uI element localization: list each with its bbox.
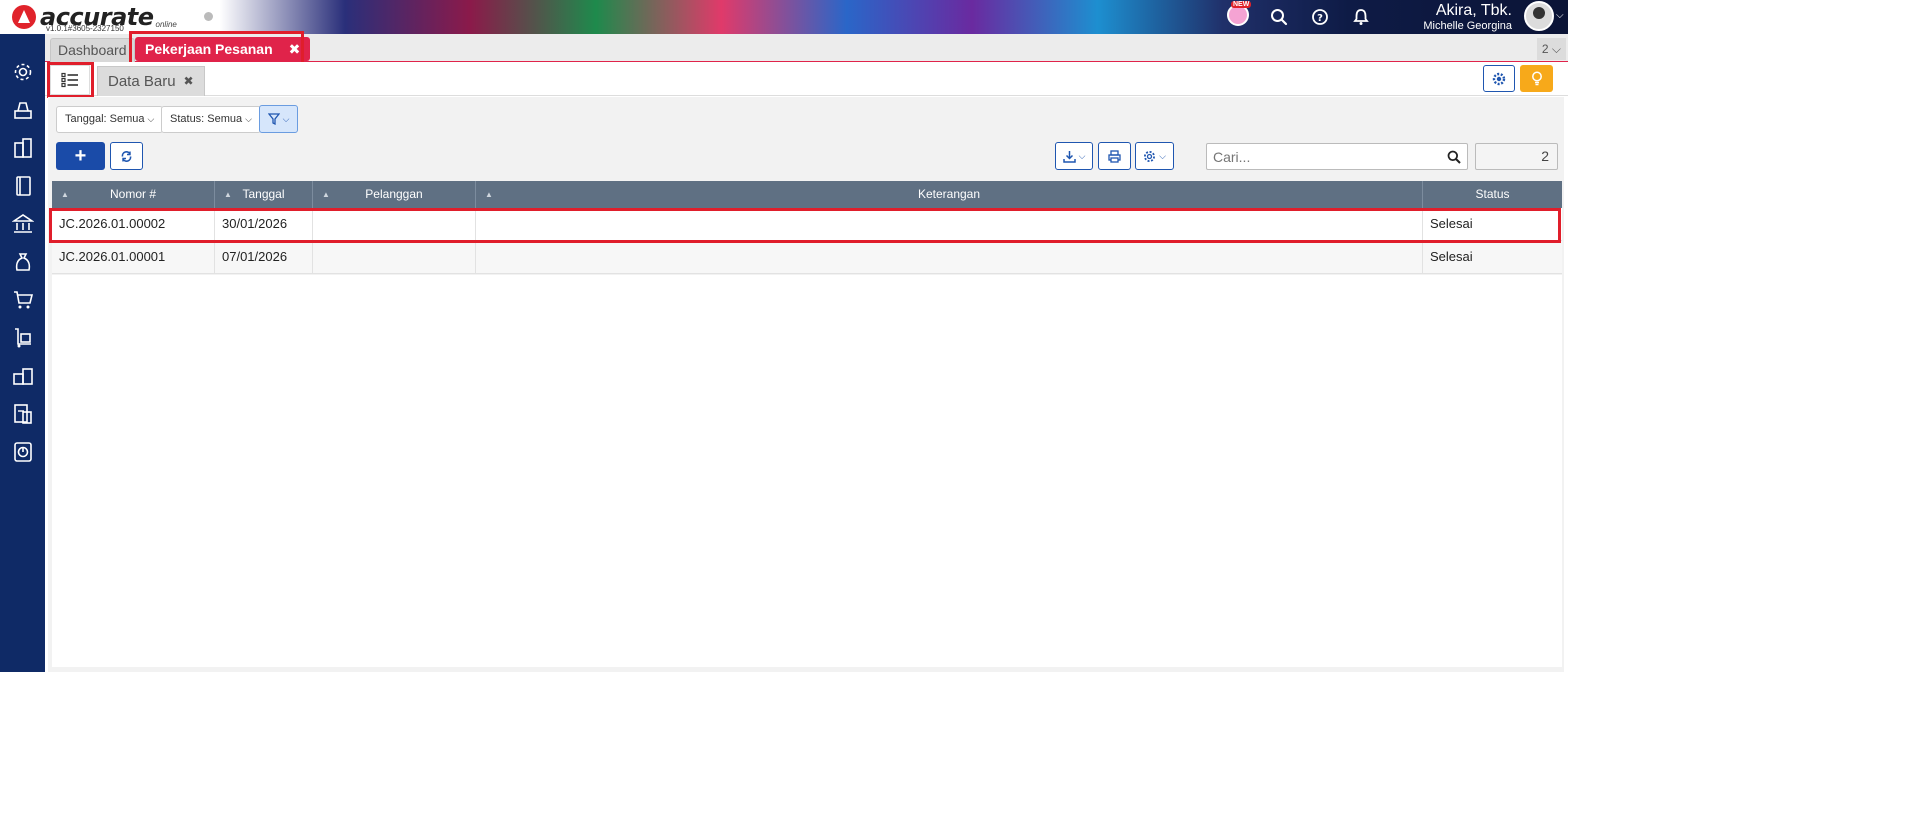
cashier-icon[interactable]	[11, 98, 35, 122]
cell-nomor: JC.2026.01.00001	[52, 241, 215, 274]
filter-status-dropdown[interactable]: Status: Semua ⌵	[161, 106, 261, 133]
table-settings-button[interactable]: ⌵	[1135, 142, 1174, 170]
shopping-cart-icon[interactable]	[11, 288, 35, 312]
column-header-status[interactable]: Status	[1423, 181, 1562, 208]
add-button[interactable]: +	[56, 142, 105, 170]
search-icon	[1447, 150, 1461, 164]
chevron-down-icon: ⌵	[1159, 150, 1166, 161]
cloud-label: online	[155, 19, 177, 29]
download-icon	[1062, 150, 1076, 163]
sub-tab-bar: Data Baru ✖	[45, 62, 1568, 96]
export-download-button[interactable]: ⌵	[1055, 142, 1093, 170]
search-icon[interactable]	[1268, 6, 1290, 28]
whats-new-icon[interactable]: NEW	[1227, 1, 1252, 26]
record-count: 2	[1475, 143, 1558, 170]
column-header-nomor[interactable]: ▲ Nomor #	[52, 181, 215, 208]
chevron-down-icon: ⌵	[1078, 150, 1086, 161]
money-bag-icon[interactable]	[11, 250, 35, 274]
company-name: Akira, Tbk.	[1435, 2, 1512, 19]
main-panel: Tanggal: Semua⌵ Status: Semua⌵ ⌵ + ⌵ ⌵ 2…	[48, 97, 1564, 672]
table-header: ▲ Nomor # ▲ Tanggal ▲ Pelanggan ▲ Keterangan…	[52, 181, 1562, 208]
funnel-icon	[267, 113, 280, 125]
open-tabs-dropdown[interactable]: 2 ⌵	[1536, 38, 1566, 60]
hand-truck-icon[interactable]	[11, 326, 35, 350]
chevron-down-icon: ⌵	[245, 114, 252, 124]
sort-icon: ▲	[61, 190, 69, 199]
cell-pelanggan	[313, 241, 476, 274]
cell-tanggal: 07/01/2026	[215, 241, 313, 274]
sort-icon: ▲	[322, 190, 330, 199]
tab-data-baru[interactable]: Data Baru ✖	[97, 66, 205, 96]
lightbulb-icon	[1531, 71, 1542, 86]
filter-tanggal-label: Tanggal: Semua	[65, 113, 145, 125]
avatar[interactable]	[1524, 1, 1554, 31]
sidebar-nav	[0, 34, 45, 672]
refresh-button[interactable]	[110, 142, 143, 170]
sort-icon: ▲	[224, 190, 232, 199]
table-body-area	[52, 275, 1562, 667]
new-badge: NEW	[1231, 1, 1252, 8]
column-header-tanggal[interactable]: ▲ Tanggal	[215, 181, 313, 208]
column-header-pelanggan[interactable]: ▲ Pelanggan	[313, 181, 476, 208]
refresh-icon	[121, 150, 132, 162]
settings-button[interactable]	[1483, 65, 1515, 92]
tab-data-baru-label: Data Baru	[108, 73, 176, 90]
filter-status-label: Status: Semua	[170, 113, 243, 125]
printer-icon	[1108, 149, 1121, 163]
user-info[interactable]: Akira, Tbk. Michelle Georgina	[1423, 2, 1512, 32]
ledger-book-icon[interactable]	[11, 174, 35, 198]
top-header: accurate online v1.0.1#3605-2327150 NEW …	[0, 0, 1568, 34]
table-row[interactable]: JC.2026.01.00001 07/01/2026 Selesai	[52, 241, 1562, 274]
bank-icon[interactable]	[11, 212, 35, 236]
highlight-box	[49, 208, 1561, 243]
svg-text:?: ?	[1317, 13, 1323, 24]
open-tabs-count: 2	[1541, 42, 1549, 56]
help-icon[interactable]: ?	[1309, 6, 1331, 28]
settings-gear-icon[interactable]	[11, 60, 35, 84]
report-chart-icon[interactable]	[11, 440, 35, 464]
gear-icon	[1144, 150, 1156, 162]
cell-keterangan	[476, 241, 1423, 274]
chevron-down-icon: ⌵	[282, 113, 290, 124]
building-icon[interactable]	[11, 136, 35, 160]
chevron-down-icon: ⌵	[147, 114, 155, 124]
cell-status: Selesai	[1430, 249, 1473, 264]
column-header-keterangan[interactable]: ▲ Keterangan	[476, 181, 1423, 208]
inventory-icon[interactable]	[11, 364, 35, 388]
user-menu-chevron-icon[interactable]: ⌵	[1556, 10, 1564, 21]
sort-icon: ▲	[485, 190, 493, 199]
search-field[interactable]	[1206, 143, 1468, 170]
close-tab-icon[interactable]: ✖	[184, 67, 194, 96]
status-dot	[204, 12, 213, 21]
advanced-filter-button[interactable]: ⌵	[259, 105, 298, 133]
notification-bell-icon[interactable]	[1350, 6, 1372, 28]
gear-icon	[1492, 72, 1506, 85]
user-name: Michelle Georgina	[1423, 20, 1512, 32]
search-input[interactable]	[1207, 144, 1447, 169]
print-button[interactable]	[1098, 142, 1131, 170]
highlight-box	[47, 62, 94, 98]
tips-lightbulb-button[interactable]	[1520, 65, 1553, 92]
tab-dashboard[interactable]: Dashboard	[50, 38, 135, 62]
filter-tanggal-dropdown[interactable]: Tanggal: Semua ⌵	[56, 106, 164, 133]
app-version: v1.0.1#3605-2327150	[46, 24, 124, 33]
accurate-logo-icon	[12, 5, 36, 29]
tax-document-icon[interactable]	[11, 402, 35, 426]
plus-icon: +	[74, 144, 87, 167]
